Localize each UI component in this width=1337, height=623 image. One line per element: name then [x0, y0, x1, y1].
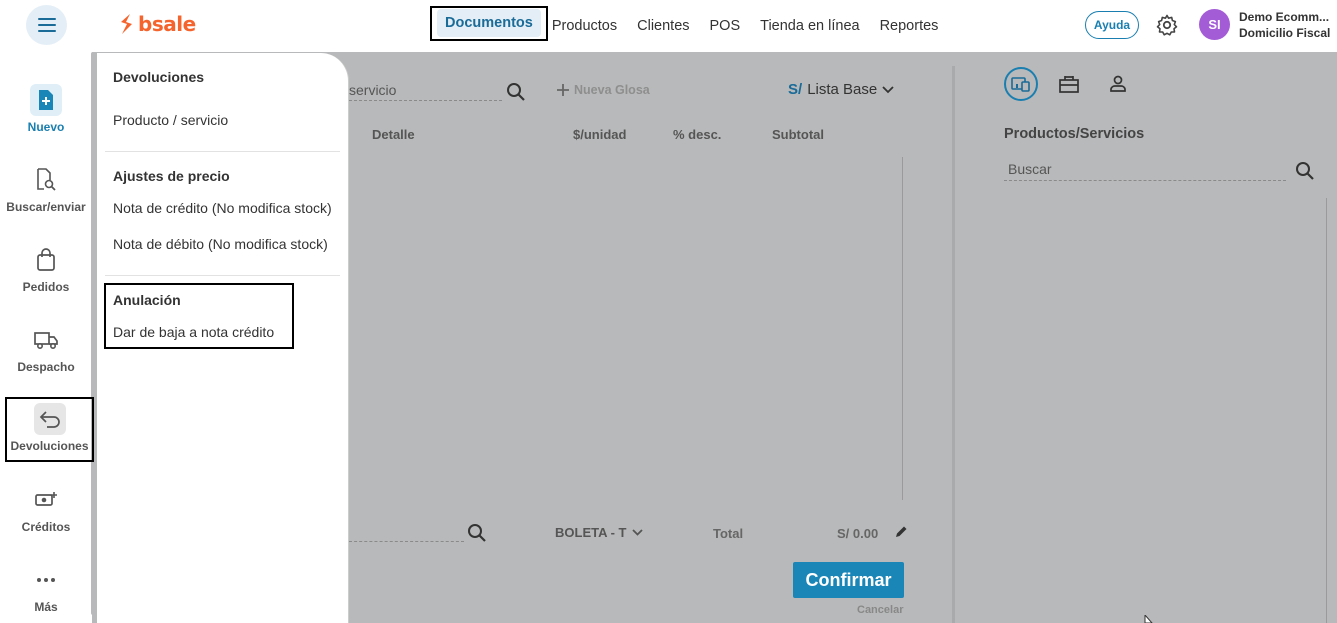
- products-search-placeholder: Buscar: [1008, 161, 1052, 177]
- products-search-input[interactable]: Buscar: [1004, 161, 1286, 181]
- sidebar-label-nuevo: Nuevo: [27, 120, 65, 134]
- menu-item-nota-credito[interactable]: Nota de crédito (No modifica stock): [113, 200, 332, 216]
- nav-documentos[interactable]: Documentos: [430, 5, 548, 41]
- hamburger-icon: [37, 18, 56, 32]
- chevron-down-icon: [631, 529, 643, 536]
- menu-item-producto-servicio[interactable]: Producto / servicio: [113, 112, 228, 128]
- bag-icon: [30, 244, 62, 276]
- total-value: S/ 0.00: [837, 526, 879, 541]
- column-header-unidad: $/unidad: [573, 127, 627, 142]
- menu-button[interactable]: [26, 5, 67, 45]
- new-gloss-button[interactable]: Nueva Glosa: [557, 83, 650, 97]
- column-header-detalle: Detalle: [372, 127, 415, 142]
- nav-reportes[interactable]: Reportes: [870, 0, 949, 52]
- company-info[interactable]: Demo Ecomm... Domicilio Fiscal: [1239, 9, 1330, 41]
- sidebar-label-pedidos: Pedidos: [22, 280, 70, 294]
- price-list-select[interactable]: S/ Lista Base: [788, 81, 894, 98]
- sidebar-item-pedidos[interactable]: Pedidos: [0, 244, 92, 294]
- company-subtitle: Domicilio Fiscal: [1239, 26, 1331, 40]
- sidebar-item-despacho[interactable]: Despacho: [0, 324, 92, 374]
- product-search-input[interactable]: servicio: [349, 82, 502, 101]
- devices-icon: [1011, 77, 1030, 92]
- file-plus-icon: [30, 84, 62, 116]
- confirm-button[interactable]: Confirmar: [793, 562, 904, 598]
- nav-tienda[interactable]: Tienda en línea: [750, 0, 869, 52]
- sidebar-label-devoluciones: Devoluciones: [10, 439, 89, 453]
- total-label: Total: [713, 526, 744, 541]
- user-icon: [1110, 75, 1126, 92]
- sidebar-label-creditos: Créditos: [21, 520, 71, 534]
- tab-products-view[interactable]: [1004, 67, 1038, 101]
- more-dots-icon: [30, 564, 62, 596]
- new-gloss-label: Nueva Glosa: [574, 83, 650, 97]
- currency-symbol: S/: [788, 81, 803, 98]
- menu-title: Devoluciones: [113, 69, 205, 85]
- brand-logo[interactable]: bsale: [118, 12, 196, 36]
- client-search-icon[interactable]: [467, 523, 487, 543]
- chevron-down-icon: [882, 85, 894, 93]
- nav-productos[interactable]: Productos: [548, 0, 627, 52]
- column-header-subtotal: Subtotal: [772, 127, 824, 142]
- products-panel-title: Productos/Servicios: [1004, 126, 1145, 142]
- document-type-value: BOLETA - T: [555, 525, 627, 540]
- nav-clientes[interactable]: Clientes: [627, 0, 699, 52]
- sidebar-item-buscar[interactable]: Buscar/enviar: [0, 164, 92, 214]
- anulacion-highlight: [104, 283, 294, 349]
- help-button[interactable]: Ayuda: [1085, 11, 1139, 39]
- sidebar-item-nuevo[interactable]: Nuevo: [0, 84, 92, 134]
- nav-documentos-label: Documentos: [437, 9, 541, 37]
- table-scrollbar[interactable]: [902, 157, 903, 500]
- sidebar-label-mas: Más: [34, 600, 58, 614]
- tab-gift-view[interactable]: [1052, 67, 1086, 101]
- products-scrollbar[interactable]: [1326, 198, 1327, 623]
- sidebar-label-buscar: Buscar/enviar: [6, 200, 86, 214]
- company-name: Demo Ecomm...: [1239, 10, 1330, 24]
- search-icon[interactable]: [1295, 161, 1315, 181]
- menu-section-ajustes: Ajustes de precio: [113, 168, 230, 184]
- file-search-icon: [30, 164, 62, 196]
- cursor-icon: [1144, 615, 1153, 623]
- truck-icon: [30, 324, 62, 356]
- pencil-icon[interactable]: [894, 525, 908, 539]
- logo-icon: [121, 14, 132, 34]
- sidebar-item-mas[interactable]: Más: [0, 564, 92, 614]
- gear-icon: [1156, 14, 1178, 36]
- gift-box-icon: [1059, 76, 1079, 93]
- menu-divider: [105, 275, 340, 276]
- avatar[interactable]: SI: [1199, 9, 1230, 40]
- client-search-input[interactable]: [349, 523, 464, 542]
- return-arrow-icon: [33, 403, 66, 435]
- brand-name: bsale: [138, 12, 196, 36]
- plus-icon: [557, 84, 569, 96]
- document-type-select[interactable]: BOLETA - T: [555, 525, 643, 540]
- sidebar-label-despacho: Despacho: [17, 360, 75, 374]
- settings-button[interactable]: [1155, 13, 1179, 42]
- money-plus-icon: [30, 484, 62, 516]
- cancel-link[interactable]: Cancelar: [857, 604, 903, 616]
- price-list-value: Lista Base: [807, 81, 878, 98]
- top-bar: bsale Documentos Productos Clientes POS …: [0, 0, 1337, 52]
- main-nav: Documentos Productos Clientes POS Tienda…: [430, 0, 948, 52]
- menu-item-nota-debito[interactable]: Nota de débito (No modifica stock): [113, 236, 328, 252]
- search-icon[interactable]: [506, 82, 526, 102]
- product-search-text: servicio: [349, 82, 397, 98]
- tab-client-view[interactable]: [1101, 67, 1135, 101]
- column-header-descuento: % desc.: [673, 127, 722, 142]
- nav-pos[interactable]: POS: [700, 0, 751, 52]
- sidebar-item-devoluciones[interactable]: Devoluciones: [5, 397, 94, 462]
- menu-divider: [105, 151, 340, 152]
- sidebar-item-creditos[interactable]: Créditos: [0, 484, 92, 534]
